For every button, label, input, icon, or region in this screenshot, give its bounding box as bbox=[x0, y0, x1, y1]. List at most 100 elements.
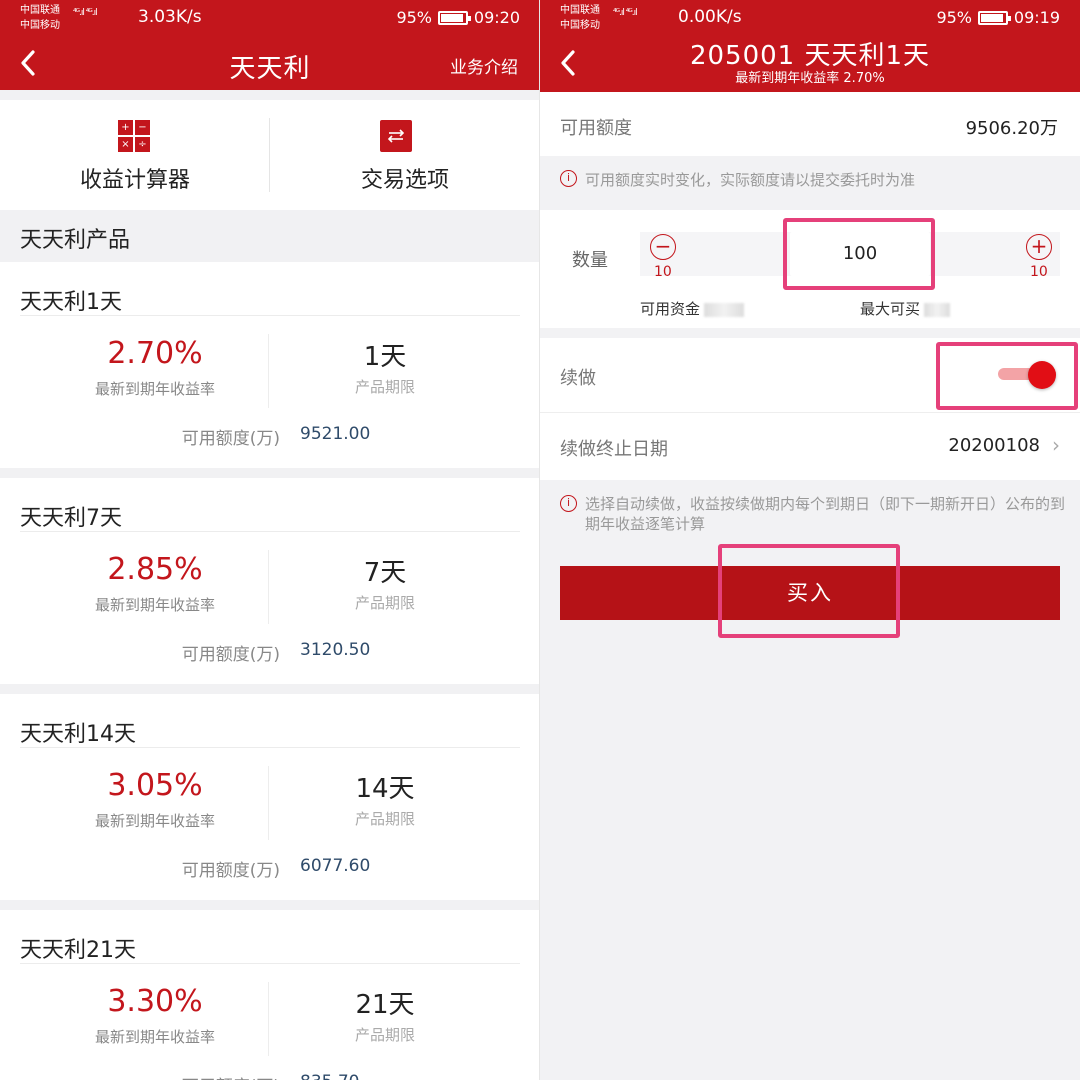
product-rate: 2.70% bbox=[107, 336, 203, 371]
battery-icon bbox=[978, 11, 1011, 25]
available-quota-label: 可用额度 bbox=[560, 118, 632, 139]
renew-label: 续做 bbox=[560, 368, 596, 389]
rate-label: 最新到期年收益率 bbox=[94, 596, 215, 614]
product-name: 天天利7天 bbox=[20, 506, 122, 531]
rate-label: 最新到期年收益率 bbox=[94, 1028, 215, 1046]
product-rate: 3.05% bbox=[107, 768, 203, 803]
carrier-labels: 中国联通 中国移动 bbox=[20, 3, 60, 33]
period-label: 产品期限 bbox=[354, 810, 415, 828]
profit-calculator-button[interactable]: + − × ÷ 收益计算器 bbox=[0, 100, 270, 210]
section-title: 天天利产品 bbox=[20, 228, 131, 253]
nav-bar: 天天利 业务介绍 bbox=[0, 38, 540, 90]
product-card[interactable]: 天天利21天 3.30% 最新到期年收益率 21天 产品期限 可用额度(万) 8… bbox=[0, 910, 540, 1080]
info-icon: i bbox=[560, 495, 577, 512]
product-card[interactable]: 天天利14天 3.05% 最新到期年收益率 14天 产品期限 可用额度(万) 6… bbox=[0, 694, 540, 900]
quantity-label: 数量 bbox=[572, 250, 608, 271]
renew-end-label: 续做终止日期 bbox=[560, 439, 668, 460]
card-divider bbox=[20, 747, 520, 748]
section-header: 天天利产品 bbox=[0, 210, 540, 262]
purchase-screen: 中国联通 中国移动 ⁴ᴳ.ıl ⁴ᴳ.ıl 0.00K/s 95% 09:19 … bbox=[540, 0, 1080, 1080]
clock: 09:19 bbox=[1013, 8, 1060, 27]
exchange-icon bbox=[380, 120, 412, 152]
minus-step: 10 bbox=[654, 264, 672, 280]
product-card[interactable]: 天天利7天 2.85% 最新到期年收益率 7天 产品期限 可用额度(万) 312… bbox=[0, 478, 540, 684]
status-bar: 中国联通 中国移动 ⁴ᴳ.ıl ⁴ᴳ.ıl 0.00K/s 95% 09:19 bbox=[540, 0, 1080, 38]
card-column-divider bbox=[268, 766, 269, 840]
redacted-value bbox=[704, 302, 745, 317]
carrier-2: 中国移动 bbox=[560, 20, 600, 31]
product-period: 21天 bbox=[355, 990, 415, 1020]
page-subtitle: 最新到期年收益率 2.70% bbox=[735, 71, 885, 86]
carrier-labels: 中国联通 中国移动 bbox=[560, 3, 600, 33]
card-column-divider bbox=[268, 982, 269, 1056]
quota-value: 835.70 bbox=[300, 1072, 359, 1080]
business-intro-link[interactable]: 业务介绍 bbox=[450, 53, 518, 78]
card-divider bbox=[20, 531, 520, 532]
rate-label: 最新到期年收益率 bbox=[94, 380, 215, 398]
product-period: 7天 bbox=[363, 558, 407, 588]
product-period: 14天 bbox=[355, 774, 415, 804]
quota-label: 可用额度(万) bbox=[181, 861, 280, 881]
carrier-1: 中国联通 bbox=[560, 5, 600, 16]
product-rate: 2.85% bbox=[107, 552, 203, 587]
plus-icon[interactable]: + bbox=[1026, 234, 1052, 260]
tool-label: 交易选项 bbox=[360, 168, 449, 193]
status-bar: 中国联通 中国移动 ⁴ᴳ.ıl ⁴ᴳ.ıl 3.03K/s 95% 09:20 bbox=[0, 0, 540, 38]
calculator-icon: + − × ÷ bbox=[118, 120, 150, 152]
quota-value: 9521.00 bbox=[300, 424, 371, 444]
quota-label: 可用额度(万) bbox=[181, 645, 280, 665]
network-speed: 3.03K/s bbox=[138, 7, 202, 27]
available-funds-label: 可用资金 bbox=[640, 300, 701, 318]
quantity-input[interactable]: 100 bbox=[790, 232, 930, 276]
info-icon: i bbox=[560, 170, 577, 187]
period-label: 产品期限 bbox=[354, 378, 415, 396]
chevron-right-icon: › bbox=[1052, 433, 1060, 457]
quota-note: i 可用额度实时变化，实际额度请以提交委托时为准 bbox=[540, 156, 1080, 210]
page-title-block: 205001 天天利1天 最新到期年收益率 2.70% bbox=[540, 40, 1080, 86]
card-divider bbox=[20, 963, 520, 964]
carrier-2: 中国移动 bbox=[20, 20, 60, 31]
buy-button[interactable]: 买入 bbox=[560, 566, 1060, 620]
quota-label: 可用额度(万) bbox=[182, 1072, 280, 1080]
product-card[interactable]: 天天利1天 2.70% 最新到期年收益率 1天 产品期限 可用额度(万) 952… bbox=[0, 262, 540, 468]
renew-end-value: 20200108 bbox=[948, 435, 1040, 456]
card-column-divider bbox=[268, 550, 269, 624]
product-period: 1天 bbox=[363, 342, 407, 372]
renew-note: i 选择自动续做，收益按续做期内每个到期日（即下一期新开日）公布的到期年收益逐笔… bbox=[540, 480, 1080, 550]
plus-step: 10 bbox=[1030, 264, 1048, 280]
available-funds: 可用资金 bbox=[640, 298, 745, 319]
clock: 09:20 bbox=[473, 8, 520, 27]
trade-options-button[interactable]: 交易选项 bbox=[270, 100, 540, 210]
period-label: 产品期限 bbox=[354, 1026, 415, 1044]
minus-icon[interactable]: − bbox=[650, 234, 676, 260]
period-label: 产品期限 bbox=[354, 594, 415, 612]
signal-icon: ⁴ᴳ.ıl ⁴ᴳ.ıl bbox=[613, 8, 638, 18]
product-name: 天天利14天 bbox=[20, 722, 136, 747]
redacted-value bbox=[924, 302, 951, 317]
available-quota-value: 9506.20万 bbox=[965, 118, 1058, 139]
renew-toggle-knob[interactable] bbox=[1028, 361, 1056, 389]
renew-note-text: 选择自动续做，收益按续做期内每个到期日（即下一期新开日）公布的到期年收益逐笔计算 bbox=[585, 495, 1066, 533]
renew-end-row[interactable]: 续做终止日期 20200108 › bbox=[540, 412, 1080, 480]
battery-percent: 95% bbox=[936, 8, 972, 27]
quota-value: 6077.60 bbox=[300, 856, 371, 876]
card-column-divider bbox=[268, 334, 269, 408]
renew-row: 续做 bbox=[540, 338, 1080, 412]
max-buy-label: 最大可买 bbox=[860, 300, 921, 318]
quota-value: 3120.50 bbox=[300, 640, 371, 660]
battery-percent: 95% bbox=[396, 8, 432, 27]
max-buy: 最大可买 bbox=[860, 298, 951, 319]
product-rate: 3.30% bbox=[107, 984, 203, 1019]
card-divider bbox=[20, 315, 520, 316]
rate-label: 最新到期年收益率 bbox=[94, 812, 215, 830]
product-name: 天天利1天 bbox=[20, 290, 122, 315]
quantity-row: 数量 − 10 100 + 10 可用资金 最大可买 bbox=[540, 210, 1080, 328]
carrier-1: 中国联通 bbox=[20, 5, 60, 16]
tool-label: 收益计算器 bbox=[79, 168, 190, 193]
page-title: 205001 天天利1天 bbox=[689, 41, 931, 71]
signal-icon: ⁴ᴳ.ıl ⁴ᴳ.ıl bbox=[73, 8, 98, 18]
quota-note-text: 可用额度实时变化，实际额度请以提交委托时为准 bbox=[585, 171, 916, 189]
network-speed: 0.00K/s bbox=[678, 7, 742, 27]
product-list-screen: 中国联通 中国移动 ⁴ᴳ.ıl ⁴ᴳ.ıl 3.03K/s 95% 09:20 … bbox=[0, 0, 540, 1080]
battery-icon bbox=[438, 11, 471, 25]
